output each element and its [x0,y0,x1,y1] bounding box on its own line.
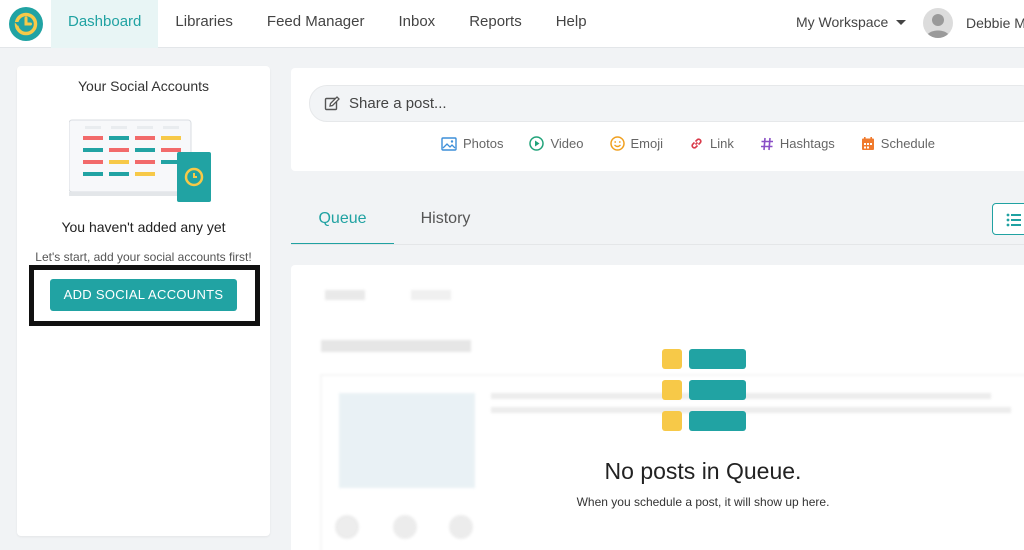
user-name[interactable]: Debbie M [966,15,1024,31]
empty-queue-subtitle: When you schedule a post, it will show u… [576,495,830,509]
link-label: Link [710,136,734,151]
chevron-down-icon [896,19,907,25]
link-icon [691,138,702,149]
tab-history[interactable]: History [394,200,497,245]
edit-icon [324,95,340,110]
tab-queue[interactable]: Queue [291,200,394,245]
accounts-illustration-icon [69,119,211,202]
avatar[interactable] [923,8,953,38]
emoji-label: Emoji [630,136,664,151]
list-view-button[interactable] [992,203,1024,235]
hashtags-button[interactable]: Hashtags [760,136,835,151]
link-button[interactable]: Link [689,136,734,151]
hashtag-icon [760,137,773,150]
social-accounts-title: Your Social Accounts [77,78,209,94]
photos-button[interactable]: Photos [441,136,503,151]
schedule-button[interactable]: Schedule [861,136,935,151]
hashtags-label: Hashtags [779,136,835,151]
user-icon [926,14,950,38]
nav-item-reports[interactable]: Reports [452,0,539,48]
image-icon [441,136,457,151]
calendar-icon [861,137,874,150]
emoji-button[interactable]: Emoji [609,136,664,151]
composer-tools: Photos Video Emoji Link Hashtags Schedul… [441,136,961,151]
play-icon [529,136,545,151]
schedule-label: Schedule [880,136,936,151]
queue-tabs: Queue History [291,200,497,245]
share-post-placeholder: Share a post... [349,95,447,112]
no-accounts-subtitle: Let's start, add your social accounts fi… [35,250,252,264]
nav-item-libraries[interactable]: Libraries [158,0,250,48]
empty-queue-icon [662,349,746,431]
post-composer-card: Share a post... Photos Video Emoji Link … [291,68,1024,171]
tabs-divider [291,244,1024,245]
nav-item-help[interactable]: Help [539,0,604,48]
workspace-dropdown[interactable]: My Workspace [796,14,907,30]
empty-queue-title: No posts in Queue. [604,458,802,484]
nav-item-dashboard[interactable]: Dashboard [51,0,159,48]
nav-item-inbox[interactable]: Inbox [381,0,452,48]
emoji-icon [609,136,625,151]
nav-item-feed-manager[interactable]: Feed Manager [250,0,382,48]
no-accounts-title: You haven't added any yet [61,219,226,235]
workspace-label: My Workspace [796,14,889,30]
share-post-input[interactable]: Share a post... [309,85,1024,122]
main-nav: Dashboard Libraries Feed Manager Inbox R… [51,0,604,48]
top-navigation-bar: Dashboard Libraries Feed Manager Inbox R… [0,0,1024,48]
photos-label: Photos [463,136,504,151]
app-logo-icon[interactable] [9,7,43,41]
video-label: Video [550,136,584,151]
queue-panel: No posts in Queue. When you schedule a p… [291,265,1024,550]
add-social-accounts-button[interactable]: ADD SOCIAL ACCOUNTS [50,279,237,311]
video-button[interactable]: Video [529,136,584,151]
list-icon [1006,213,1021,227]
